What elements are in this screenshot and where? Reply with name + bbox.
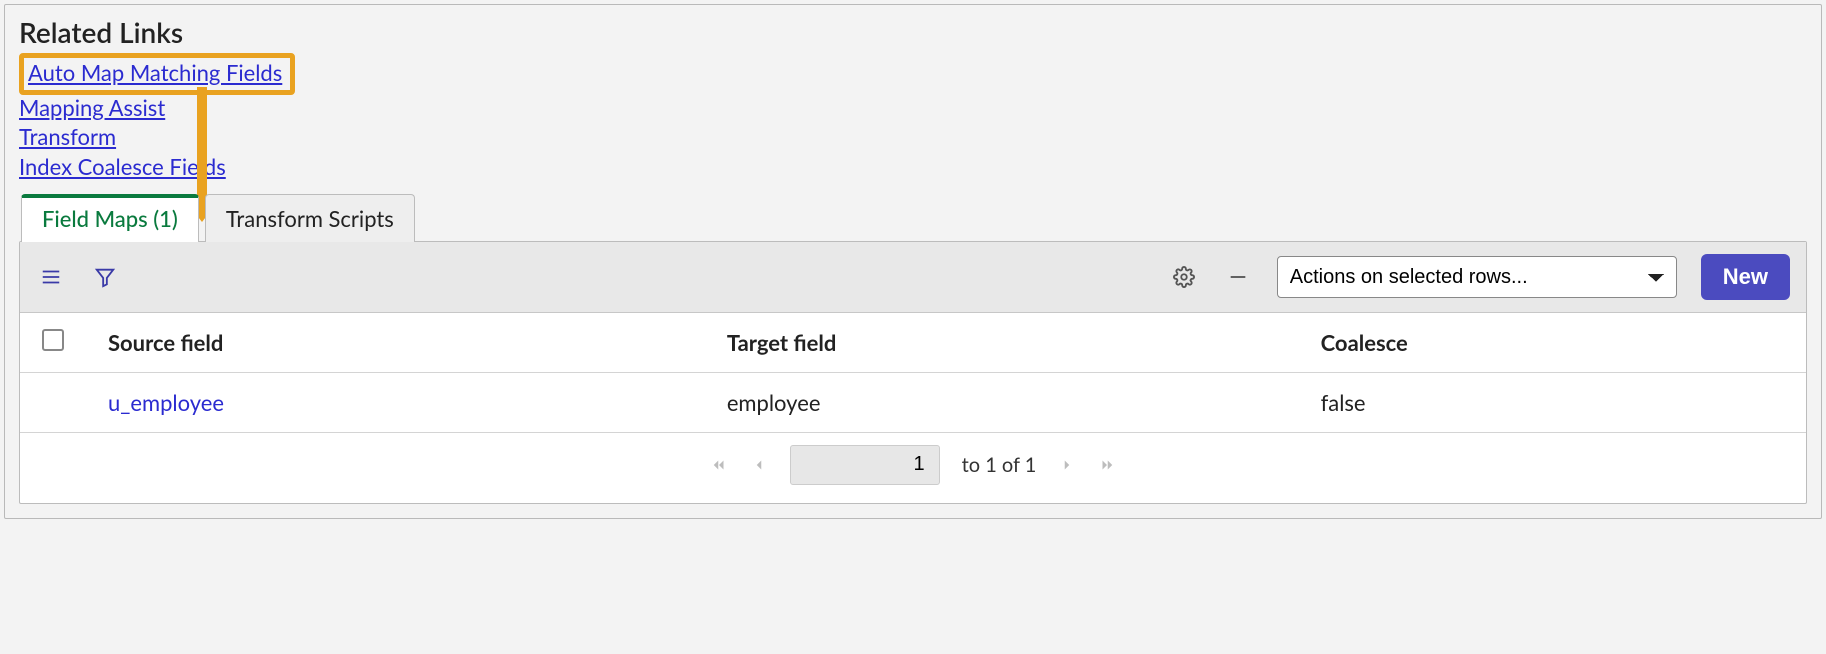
collapse-icon[interactable] — [1223, 262, 1253, 292]
pager: to 1 of 1 — [20, 433, 1806, 503]
tabset: Field Maps (1) Transform Scripts — [21, 194, 1807, 242]
actions-select[interactable]: Actions on selected rows... — [1277, 256, 1677, 298]
page-number-input[interactable] — [790, 445, 940, 485]
table-row: u_employee employee false — [20, 372, 1806, 432]
table-header-row: Source field Target field Coalesce — [20, 313, 1806, 373]
link-transform[interactable]: Transform — [19, 122, 116, 152]
next-page-icon[interactable] — [1058, 456, 1076, 474]
tab-transform-scripts[interactable]: Transform Scripts — [205, 194, 415, 242]
related-links: Auto Map Matching Fields Mapping Assist … — [19, 53, 1807, 182]
field-maps-table: Source field Target field Coalesce u_emp… — [20, 313, 1806, 433]
related-links-heading: Related Links — [19, 15, 1807, 49]
col-source-field[interactable]: Source field — [86, 313, 705, 373]
cell-target-field: employee — [705, 372, 1299, 432]
select-all-header — [20, 313, 86, 373]
field-maps-list: Actions on selected rows... New Source f… — [19, 241, 1807, 504]
row-select-cell — [20, 372, 86, 432]
tab-field-maps[interactable]: Field Maps (1) — [21, 194, 199, 242]
gear-icon[interactable] — [1169, 262, 1199, 292]
new-button[interactable]: New — [1701, 254, 1790, 300]
prev-page-icon[interactable] — [750, 456, 768, 474]
highlight-annotation: Auto Map Matching Fields — [19, 53, 295, 95]
col-coalesce[interactable]: Coalesce — [1299, 313, 1806, 373]
last-page-icon[interactable] — [1098, 456, 1116, 474]
list-toolbar: Actions on selected rows... New — [20, 242, 1806, 313]
link-index-coalesce-fields[interactable]: Index Coalesce Fields — [19, 152, 226, 182]
cell-coalesce: false — [1299, 372, 1806, 432]
filter-icon[interactable] — [90, 262, 120, 292]
first-page-icon[interactable] — [710, 456, 728, 474]
link-auto-map-matching-fields[interactable]: Auto Map Matching Fields — [28, 59, 282, 86]
related-lists-panel: Related Links Auto Map Matching Fields M… — [4, 4, 1822, 519]
select-all-checkbox[interactable] — [42, 329, 64, 351]
cell-source-field[interactable]: u_employee — [86, 372, 705, 432]
page-range-text: to 1 of 1 — [962, 453, 1037, 477]
link-mapping-assist[interactable]: Mapping Assist — [19, 93, 165, 123]
list-menu-icon[interactable] — [36, 262, 66, 292]
col-target-field[interactable]: Target field — [705, 313, 1299, 373]
